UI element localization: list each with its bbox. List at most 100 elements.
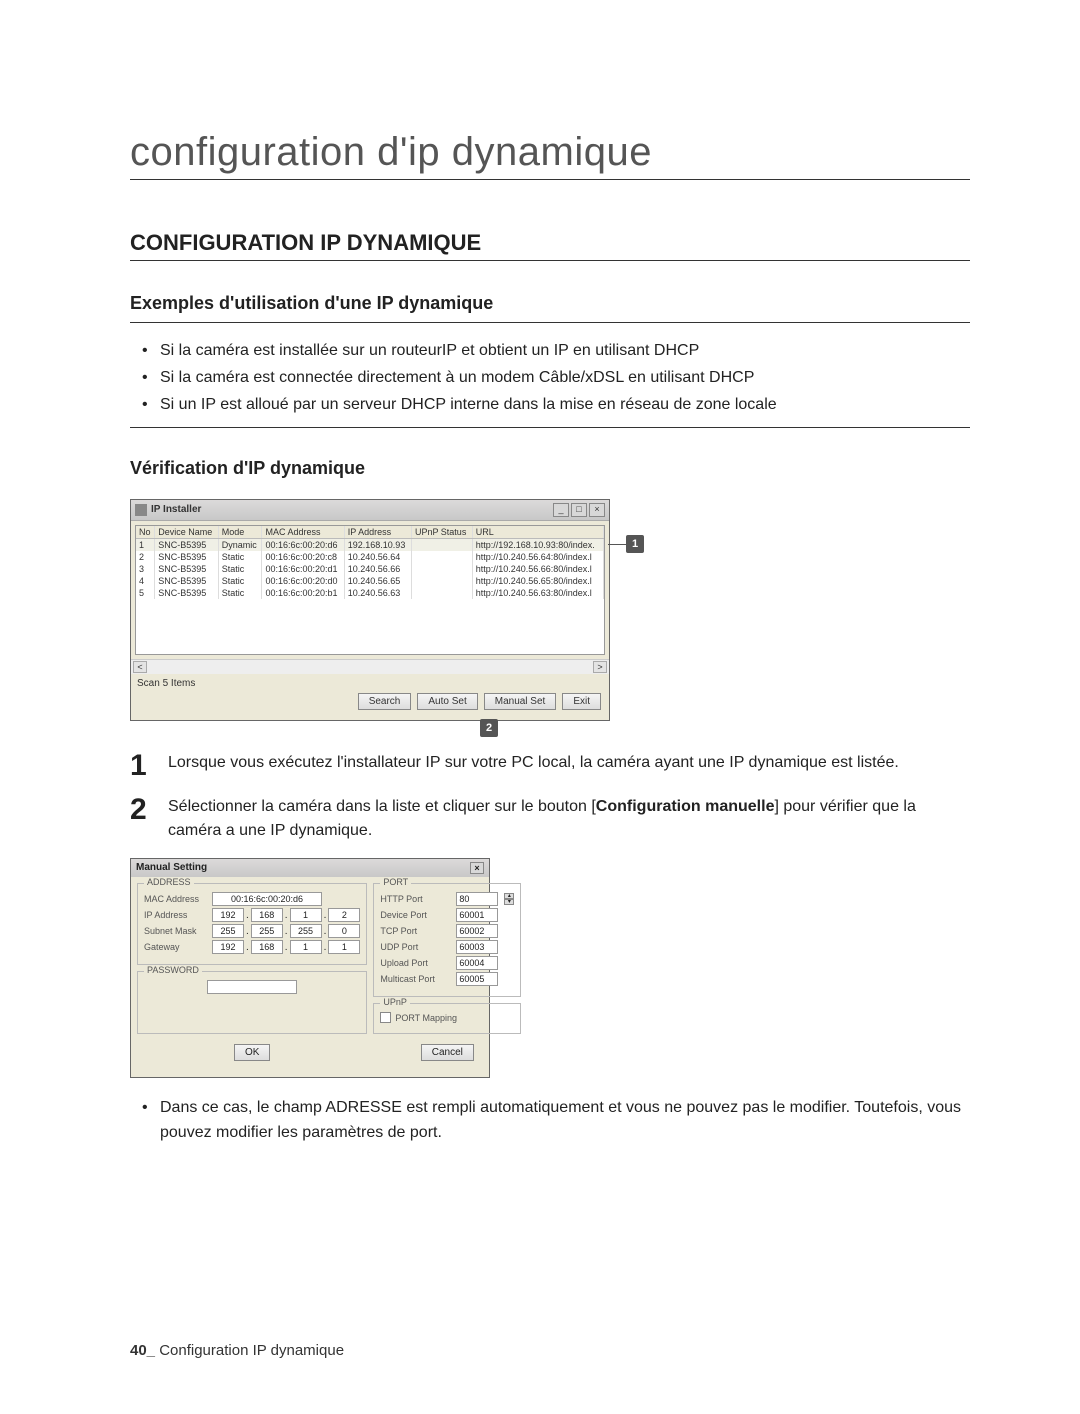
upload-port-input[interactable]: 60004 [456,956,498,970]
table-cell: http://10.240.56.64:80/index.l [472,551,603,563]
ip-octet[interactable]: 1 [290,908,322,922]
tcp-port-input[interactable]: 60002 [456,924,498,938]
subnet-mask-input[interactable]: 255. 255. 255. 0 [212,924,360,938]
port-legend: PORT [380,877,411,887]
ip-octet[interactable]: 168 [251,908,283,922]
horizontal-scrollbar[interactable]: < > [131,659,609,674]
step-text: Sélectionner la caméra dans la liste et … [168,795,970,845]
table-cell: SNC-B5395 [155,587,219,599]
manual-set-button[interactable]: Manual Set [484,693,557,710]
sub-heading-examples: Exemples d'utilisation d'une IP dynamiqu… [130,293,970,314]
maximize-icon[interactable]: □ [571,503,587,517]
address-legend: ADDRESS [144,877,194,887]
ip-octet[interactable]: 2 [328,908,360,922]
multicast-port-label: Multicast Port [380,974,452,984]
col-no[interactable]: No [136,526,155,539]
col-url[interactable]: URL [472,526,603,539]
col-mac[interactable]: MAC Address [262,526,344,539]
table-cell [411,575,472,587]
step-text-pre: Sélectionner la caméra dans la liste et … [168,798,596,815]
address-fieldset: ADDRESS MAC Address 00:16:6c:00:20:d6 IP… [137,883,367,965]
close-icon[interactable]: × [470,862,484,874]
tcp-port-label: TCP Port [380,926,452,936]
exit-button[interactable]: Exit [562,693,601,710]
note-text: Dans ce cas, le champ ADRESSE est rempli… [130,1096,970,1146]
table-row[interactable]: 4SNC-B5395Static00:16:6c:00:20:d010.240.… [136,575,604,587]
password-input[interactable] [207,980,297,994]
ip-octet[interactable]: 192 [212,940,244,954]
table-cell: SNC-B5395 [155,563,219,575]
ip-label: IP Address [144,910,208,920]
step-text-bold: Configuration manuelle [596,798,775,815]
close-icon[interactable]: × [589,503,605,517]
ip-address-input[interactable]: 192. 168. 1. 2 [212,908,360,922]
port-mapping-label: PORT Mapping [395,1013,457,1023]
bullet-list: Si la caméra est installée sur un routeu… [130,337,970,419]
ip-octet[interactable]: 1 [328,940,360,954]
ip-octet[interactable]: 168 [251,940,283,954]
table-cell: 10.240.56.64 [344,551,411,563]
page-title: configuration d'ip dynamique [130,130,970,180]
device-port-input[interactable]: 60001 [456,908,498,922]
table-cell: 2 [136,551,155,563]
ok-button[interactable]: OK [234,1044,270,1061]
table-cell: 10.240.56.65 [344,575,411,587]
footer-section: Configuration IP dynamique [155,1342,344,1359]
port-spinner[interactable]: ▴▾ [504,893,514,905]
ip-octet[interactable]: 255 [290,924,322,938]
table-cell: 5 [136,587,155,599]
ip-octet[interactable]: 1 [290,940,322,954]
callout-line [608,544,626,545]
table-cell: SNC-B5395 [155,538,219,551]
bullet-item: Si la caméra est installée sur un routeu… [160,337,970,364]
table-row[interactable]: 5SNC-B5395Static00:16:6c:00:20:b110.240.… [136,587,604,599]
dialog-title: Manual Setting [136,862,470,874]
udp-port-input[interactable]: 60003 [456,940,498,954]
device-port-label: Device Port [380,910,452,920]
col-ip[interactable]: IP Address [344,526,411,539]
cancel-button[interactable]: Cancel [421,1044,474,1061]
scroll-right-icon[interactable]: > [593,661,607,673]
password-fieldset: PASSWORD [137,971,367,1034]
minimize-icon[interactable]: _ [553,503,569,517]
table-cell: Dynamic [218,538,262,551]
table-cell: 00:16:6c:00:20:d0 [262,575,344,587]
http-port-input[interactable]: 80 [456,892,498,906]
step-2: 2 Sélectionner la caméra dans la liste e… [130,795,970,845]
table-cell: 00:16:6c:00:20:c8 [262,551,344,563]
step-1: 1 Lorsque vous exécutez l'installateur I… [130,751,970,781]
window-title: IP Installer [151,504,549,515]
upnp-fieldset: UPnP PORT Mapping [373,1003,521,1034]
ip-octet[interactable]: 192 [212,908,244,922]
gateway-label: Gateway [144,942,208,952]
scroll-left-icon[interactable]: < [133,661,147,673]
table-cell: SNC-B5395 [155,575,219,587]
multicast-port-input[interactable]: 60005 [456,972,498,986]
col-upnp[interactable]: UPnP Status [411,526,472,539]
table-row[interactable]: 2SNC-B5395Static00:16:6c:00:20:c810.240.… [136,551,604,563]
port-mapping-checkbox[interactable] [380,1012,391,1023]
gateway-input[interactable]: 192. 168. 1. 1 [212,940,360,954]
dialog-titlebar: Manual Setting × [131,859,489,877]
ip-octet[interactable]: 255 [212,924,244,938]
ip-installer-window: IP Installer _ □ × No Device Name Mode M… [130,499,610,721]
device-table[interactable]: No Device Name Mode MAC Address IP Addre… [135,525,605,655]
search-button[interactable]: Search [358,693,412,710]
table-cell: 3 [136,563,155,575]
table-row[interactable]: 1SNC-B5395Dynamic00:16:6c:00:20:d6192.16… [136,538,604,551]
table-cell: http://192.168.10.93:80/index. [472,538,603,551]
titlebar: IP Installer _ □ × [131,500,609,521]
table-cell: 10.240.56.63 [344,587,411,599]
table-cell [411,551,472,563]
divider [130,427,970,428]
bullet-item: Si la caméra est connectée directement à… [160,364,970,391]
col-mode[interactable]: Mode [218,526,262,539]
auto-set-button[interactable]: Auto Set [417,693,477,710]
http-port-label: HTTP Port [380,894,452,904]
table-row[interactable]: 3SNC-B5395Static00:16:6c:00:20:d110.240.… [136,563,604,575]
ip-octet[interactable]: 255 [251,924,283,938]
table-cell: 00:16:6c:00:20:b1 [262,587,344,599]
col-device-name[interactable]: Device Name [155,526,219,539]
status-text: Scan 5 Items [131,674,609,693]
ip-octet[interactable]: 0 [328,924,360,938]
